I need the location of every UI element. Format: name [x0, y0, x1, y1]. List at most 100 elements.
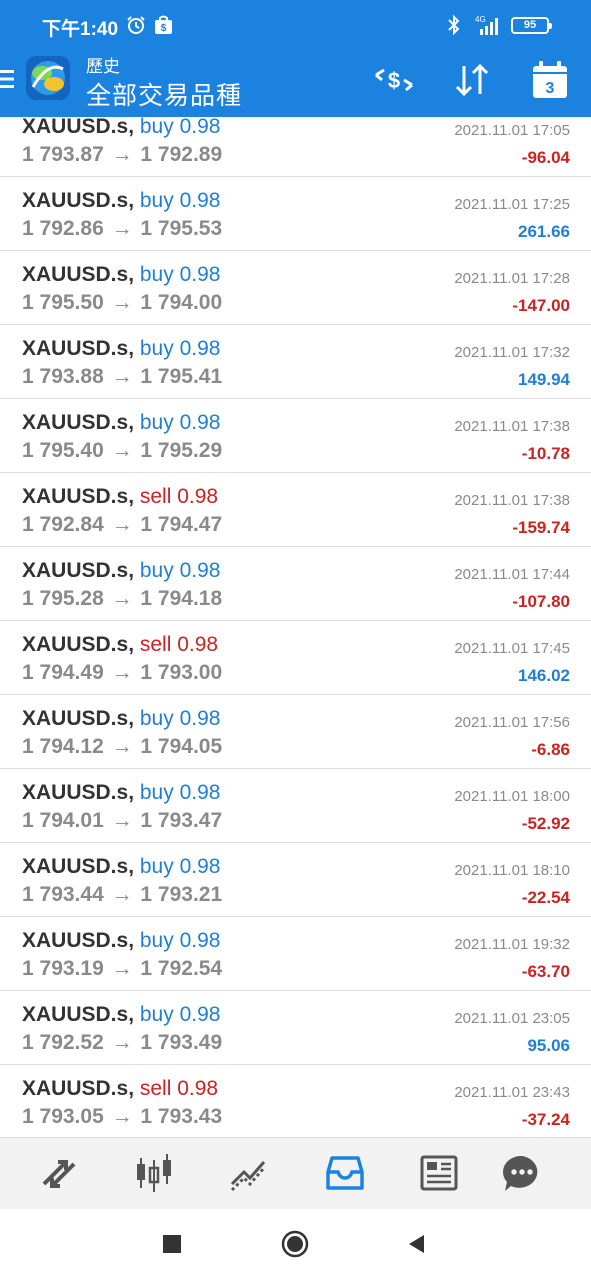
trade-row[interactable]: XAUUSD.s, buy 0.98 1 795.50 → 1 794.00 202… — [0, 251, 591, 325]
arrow-right-icon: → — [105, 883, 139, 906]
trade-time: 2021.11.01 23:43 — [454, 1084, 570, 1101]
trade-row[interactable]: XAUUSD.s, buy 0.98 1 795.40 → 1 795.29 202… — [0, 399, 591, 473]
trade-type: buy — [139, 1003, 174, 1026]
trade-row[interactable]: XAUUSD.s, buy 0.98 1 793.87 → 1 792.89 202… — [0, 117, 591, 177]
open-price: 1 793.88 — [22, 365, 104, 388]
trade-type: buy — [139, 855, 174, 878]
trade-symbol: XAUUSD.s — [22, 411, 129, 434]
close-price: 1 793.21 — [140, 883, 223, 906]
open-price: 1 793.87 — [22, 143, 104, 166]
chat-bubble-icon[interactable] — [499, 1150, 545, 1196]
candlestick-icon[interactable] — [131, 1150, 177, 1196]
close-price: 1 794.00 — [140, 291, 223, 314]
symbol-separator: , — [128, 1077, 140, 1100]
trade-volume: 0.98 — [179, 1003, 221, 1026]
trade-profit: -159.74 — [512, 518, 570, 537]
trade-time: 2021.11.01 17:25 — [454, 196, 570, 213]
trade-time: 2021.11.01 17:38 — [454, 492, 570, 509]
system-nav-bar — [0, 1209, 591, 1280]
close-price: 1 795.53 — [140, 217, 223, 240]
trade-profit: -52.92 — [521, 814, 570, 833]
trade-symbol-line: XAUUSD.s, buy 0.98 — [22, 929, 220, 953]
trade-symbol-line: XAUUSD.s, buy 0.98 — [22, 117, 220, 139]
trade-volume: 0.98 — [179, 929, 221, 952]
open-price: 1 792.52 — [22, 1031, 104, 1054]
trade-time: 2021.11.01 17:56 — [454, 714, 570, 731]
newspaper-icon[interactable] — [416, 1150, 462, 1196]
trade-row[interactable]: XAUUSD.s, buy 0.98 1 792.86 → 1 795.53 202… — [0, 177, 591, 251]
trade-prices: 1 793.05 → 1 793.43 — [22, 1105, 222, 1129]
trade-history-list[interactable]: XAUUSD.s, buy 0.98 1 793.87 → 1 792.89 202… — [0, 117, 591, 1136]
shopping-bag-icon: $ — [155, 15, 172, 34]
trade-type: buy — [139, 411, 174, 434]
open-price: 1 794.01 — [22, 809, 104, 832]
symbol-filter-title[interactable]: 全部交易品種 — [86, 76, 242, 112]
calendar-icon[interactable]: 3 — [528, 58, 572, 102]
trade-row[interactable]: XAUUSD.s, buy 0.98 1 793.19 → 1 792.54 202… — [0, 917, 591, 991]
open-price: 1 793.19 — [22, 957, 104, 980]
trade-row[interactable]: XAUUSD.s, buy 0.98 1 794.12 → 1 794.05 202… — [0, 695, 591, 769]
trend-line-icon[interactable] — [226, 1150, 272, 1196]
trade-time: 2021.11.01 17:32 — [454, 344, 570, 361]
trade-volume: 0.98 — [179, 559, 221, 582]
trade-volume: 0.98 — [179, 337, 221, 360]
trade-symbol: XAUUSD.s — [22, 781, 129, 804]
symbol-separator: , — [128, 929, 140, 952]
trade-row[interactable]: XAUUSD.s, buy 0.98 1 793.44 → 1 793.21 202… — [0, 843, 591, 917]
menu-icon[interactable] — [0, 69, 14, 89]
trade-row[interactable]: XAUUSD.s, buy 0.98 1 793.88 → 1 795.41 202… — [0, 325, 591, 399]
trade-symbol-line: XAUUSD.s, buy 0.98 — [22, 559, 220, 583]
symbol-separator: , — [128, 1003, 140, 1026]
trade-symbol: XAUUSD.s — [22, 1003, 129, 1026]
arrow-right-icon: → — [105, 957, 139, 980]
trade-row[interactable]: XAUUSD.s, buy 0.98 1 794.01 → 1 793.47 202… — [0, 769, 591, 843]
close-price: 1 793.00 — [140, 661, 223, 684]
currency-exchange-icon[interactable]: $ — [372, 58, 416, 102]
trade-row[interactable]: XAUUSD.s, buy 0.98 1 792.52 → 1 793.49 202… — [0, 991, 591, 1065]
trade-symbol-line: XAUUSD.s, sell 0.98 — [22, 485, 218, 509]
trade-symbol: XAUUSD.s — [22, 337, 129, 360]
trade-prices: 1 795.50 → 1 794.00 — [22, 291, 222, 315]
trade-volume: 0.98 — [179, 707, 221, 730]
arrow-right-icon: → — [105, 439, 139, 462]
trade-symbol: XAUUSD.s — [22, 263, 129, 286]
trade-symbol-line: XAUUSD.s, buy 0.98 — [22, 781, 220, 805]
trade-row[interactable]: XAUUSD.s, sell 0.98 1 794.49 → 1 793.00 20… — [0, 621, 591, 695]
symbol-separator: , — [128, 411, 140, 434]
trade-type: buy — [139, 707, 174, 730]
trade-profit: 95.06 — [527, 1036, 570, 1055]
trade-row[interactable]: XAUUSD.s, buy 0.98 1 795.28 → 1 794.18 202… — [0, 547, 591, 621]
home-icon[interactable] — [280, 1229, 310, 1259]
trade-type: buy — [139, 263, 174, 286]
trade-row[interactable]: XAUUSD.s, sell 0.98 1 793.05 → 1 793.43 20… — [0, 1065, 591, 1136]
trade-volume: 0.98 — [179, 411, 221, 434]
symbol-separator: , — [128, 189, 140, 212]
symbol-separator: , — [128, 559, 140, 582]
alarm-icon — [127, 16, 145, 34]
trade-prices: 1 795.28 → 1 794.18 — [22, 587, 222, 611]
trade-prices: 1 793.19 → 1 792.54 — [22, 957, 222, 981]
arrow-right-icon: → — [105, 513, 139, 536]
trade-prices: 1 793.87 → 1 792.89 — [22, 143, 222, 167]
trade-symbol-line: XAUUSD.s, buy 0.98 — [22, 263, 220, 287]
trade-volume: 0.98 — [179, 855, 221, 878]
trade-type: buy — [139, 117, 174, 138]
symbol-separator: , — [128, 781, 140, 804]
trade-symbol-line: XAUUSD.s, buy 0.98 — [22, 707, 220, 731]
quotes-arrows-icon[interactable] — [36, 1150, 82, 1196]
recent-apps-icon[interactable] — [157, 1229, 187, 1259]
open-price: 1 793.44 — [22, 883, 104, 906]
inbox-tray-icon[interactable] — [322, 1150, 368, 1196]
arrow-right-icon: → — [105, 735, 139, 758]
trade-prices: 1 792.84 → 1 794.47 — [22, 513, 222, 537]
back-icon[interactable] — [402, 1229, 432, 1259]
close-price: 1 792.89 — [140, 143, 223, 166]
trade-type: buy — [139, 929, 174, 952]
trade-profit: 146.02 — [518, 666, 570, 685]
sort-icon[interactable] — [450, 58, 494, 102]
arrow-right-icon: → — [105, 587, 139, 610]
close-price: 1 794.05 — [140, 735, 223, 758]
trade-volume: 0.98 — [179, 189, 221, 212]
trade-row[interactable]: XAUUSD.s, sell 0.98 1 792.84 → 1 794.47 20… — [0, 473, 591, 547]
trade-symbol: XAUUSD.s — [22, 117, 129, 138]
